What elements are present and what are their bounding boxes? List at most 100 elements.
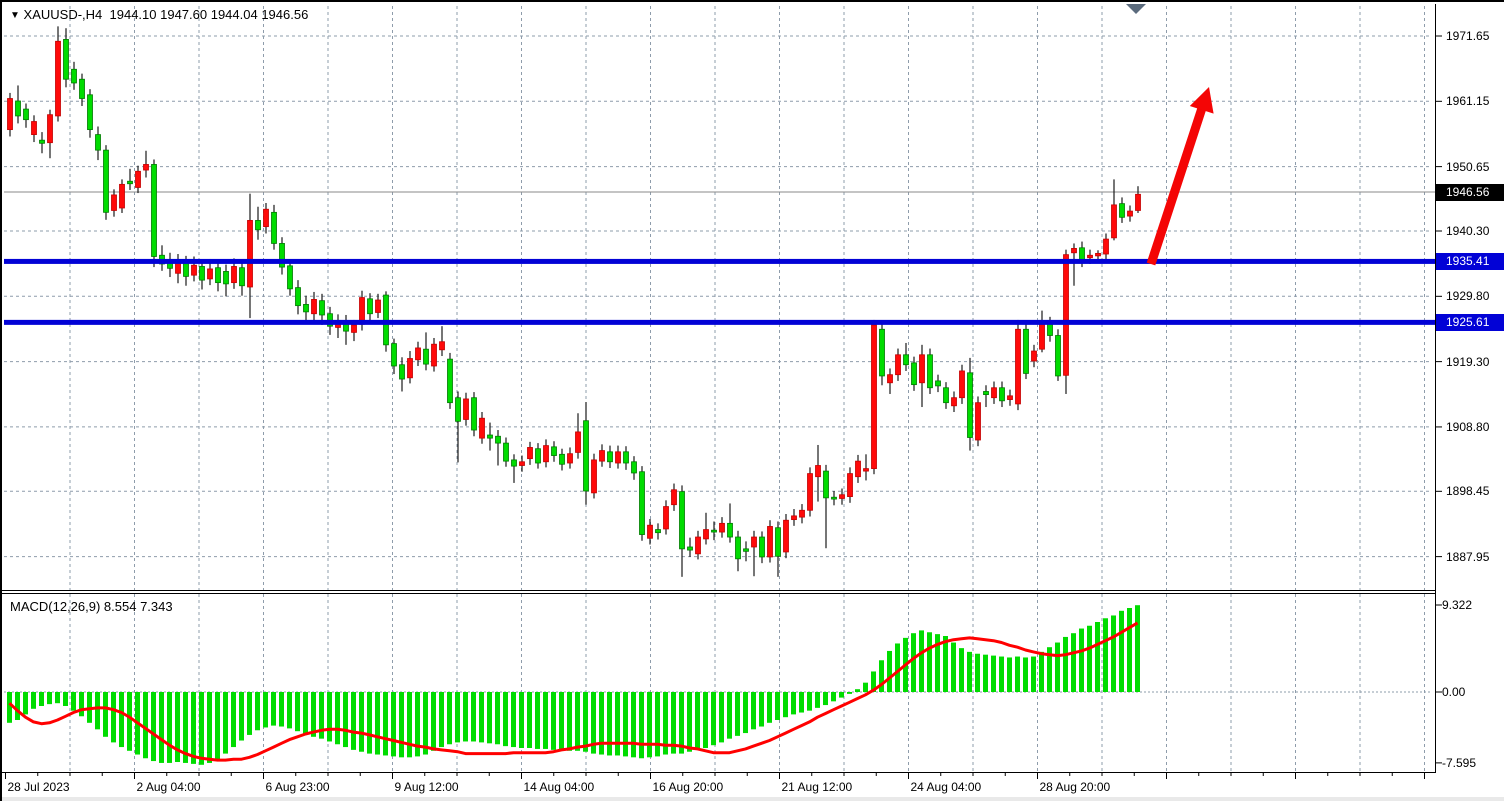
macd-histogram-bar xyxy=(455,692,460,742)
macd-indicator-label: MACD(12,26,9) 8.554 7.343 xyxy=(10,599,173,614)
candle-bull xyxy=(672,490,677,505)
candle-bear xyxy=(832,497,837,499)
hline-price-label-1925[interactable]: 1925.61 xyxy=(1436,314,1504,331)
candle-bear xyxy=(1080,248,1085,261)
candle-bull xyxy=(720,523,725,532)
candle-bear xyxy=(736,537,741,559)
macd-histogram-bar xyxy=(751,692,756,729)
candle-bull xyxy=(48,115,53,143)
macd-histogram-bar xyxy=(1023,657,1028,692)
candle-bull xyxy=(848,474,853,497)
price-chart-canvas[interactable] xyxy=(2,2,1504,801)
candle-bear xyxy=(880,329,885,376)
macd-histogram-bar xyxy=(215,692,220,759)
macd-histogram-bar xyxy=(167,692,172,763)
panel-separator[interactable] xyxy=(2,590,1435,591)
price-axis-label: 1950.65 xyxy=(1446,159,1489,175)
candle-bear xyxy=(504,443,509,461)
macd-histogram-bar xyxy=(1031,657,1036,692)
macd-histogram-bar xyxy=(735,692,740,736)
candle-bull xyxy=(1128,211,1133,216)
macd-histogram-bar xyxy=(191,692,196,764)
candle-bull xyxy=(1072,248,1077,252)
macd-histogram-bar xyxy=(327,692,332,741)
candle-bear xyxy=(304,304,309,311)
macd-histogram-bar xyxy=(503,692,508,746)
candle-bull xyxy=(808,474,813,511)
candle-bear xyxy=(552,447,557,456)
price-axis-label: 1971.65 xyxy=(1446,28,1489,44)
candle-wick xyxy=(129,169,130,190)
macd-histogram-bar xyxy=(103,692,108,737)
candle-bear xyxy=(584,421,589,491)
macd-histogram-bar xyxy=(615,692,620,755)
macd-histogram-bar xyxy=(999,657,1004,692)
macd-histogram-bar xyxy=(111,692,116,742)
candle-bear xyxy=(456,398,461,422)
macd-histogram-bar xyxy=(927,632,932,692)
macd-histogram-bar xyxy=(71,692,76,711)
candle-bear xyxy=(904,355,909,365)
candle-bull xyxy=(752,537,757,547)
candle-bear xyxy=(272,212,277,243)
candle-bull xyxy=(952,398,957,406)
macd-histogram-bar xyxy=(519,692,524,748)
candle-bull xyxy=(1096,253,1101,255)
macd-histogram-bar xyxy=(143,692,148,758)
candle-bull xyxy=(976,403,981,440)
candle-bear xyxy=(744,549,749,551)
chart-shift-marker-icon[interactable] xyxy=(1126,4,1146,14)
time-axis-label: 2 Aug 04:00 xyxy=(137,779,201,795)
candle-bear xyxy=(640,472,645,535)
candle-bull xyxy=(312,299,317,313)
macd-histogram-bar xyxy=(463,692,468,741)
macd-histogram-bar xyxy=(1039,652,1044,692)
candle-bear xyxy=(1056,335,1061,375)
candle-bear xyxy=(240,268,245,286)
candle-bear xyxy=(216,268,221,283)
macd-histogram-bar xyxy=(583,692,588,752)
macd-histogram-bar xyxy=(975,654,980,692)
candle-bear xyxy=(944,388,949,403)
macd-histogram-bar xyxy=(711,692,716,745)
macd-histogram-bar xyxy=(47,692,52,704)
candle-bear xyxy=(912,363,917,385)
macd-histogram-bar xyxy=(1095,622,1100,692)
trend-arrow-line[interactable] xyxy=(1151,105,1203,264)
candle-bull xyxy=(592,460,597,493)
candle-bear xyxy=(1024,329,1029,373)
chart-title: ▼ XAUUSD-,H4 1944.10 1947.60 1944.04 194… xyxy=(10,7,308,22)
macd-histogram-bar xyxy=(639,692,644,758)
candle-bull xyxy=(248,220,253,287)
candle-bull xyxy=(856,461,861,477)
candle-bear xyxy=(400,365,405,379)
candle-bear xyxy=(104,150,109,212)
price-axis-label: 1887.95 xyxy=(1446,549,1489,565)
hline-price-label-1935[interactable]: 1935.41 xyxy=(1436,253,1504,270)
candle-bear xyxy=(392,344,397,366)
candle-bull xyxy=(896,355,901,375)
price-axis-label: 1940.30 xyxy=(1446,223,1489,239)
candle-bear xyxy=(712,530,717,532)
macd-histogram-bar xyxy=(951,643,956,692)
candle-bear xyxy=(88,95,93,130)
macd-histogram-bar xyxy=(535,692,540,749)
candle-bull xyxy=(920,355,925,383)
candle-bull xyxy=(528,447,533,458)
price-axis-border xyxy=(1435,4,1436,773)
macd-histogram-bar xyxy=(7,692,12,723)
candle-bull xyxy=(568,454,573,463)
chart-window: ▼ XAUUSD-,H4 1944.10 1947.60 1944.04 194… xyxy=(0,0,1504,801)
horizontal-level-line[interactable] xyxy=(4,320,1435,325)
macd-histogram-bar xyxy=(271,692,276,726)
macd-histogram-bar xyxy=(919,630,924,692)
candle-bull xyxy=(648,525,653,538)
candle-bull xyxy=(1032,351,1037,361)
candle-bull xyxy=(432,344,437,366)
macd-histogram-bar xyxy=(407,692,412,757)
symbol-dropdown-icon[interactable]: ▼ xyxy=(10,10,20,21)
horizontal-level-line[interactable] xyxy=(4,259,1435,264)
candle-bull xyxy=(864,469,869,471)
macd-axis-label: 9.322 xyxy=(1442,597,1472,613)
candle-bear xyxy=(1120,204,1125,218)
